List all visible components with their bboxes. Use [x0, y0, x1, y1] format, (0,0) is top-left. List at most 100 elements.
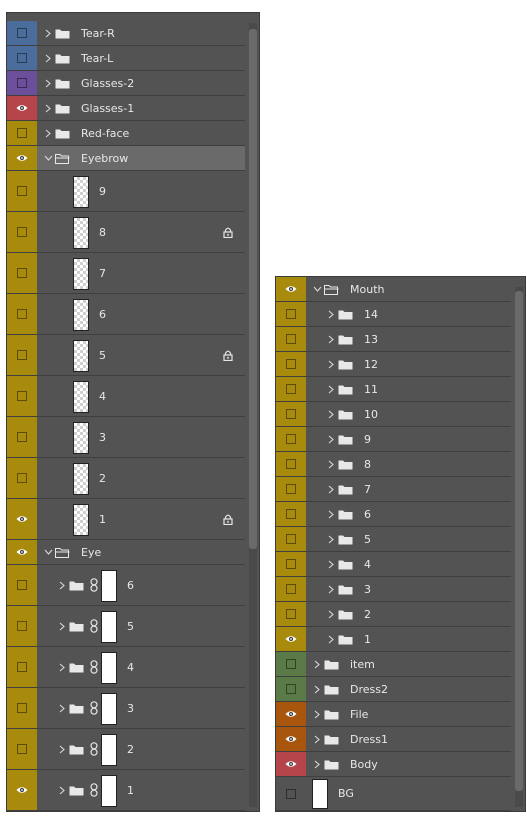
- link-icon[interactable]: [89, 565, 99, 605]
- layer-row[interactable]: File: [276, 702, 511, 727]
- visibility-toggle[interactable]: [7, 171, 37, 211]
- visibility-toggle[interactable]: [276, 302, 306, 326]
- chevron-right-icon[interactable]: [326, 527, 336, 551]
- chevron-right-icon[interactable]: [326, 602, 336, 626]
- chevron-right-icon[interactable]: [326, 502, 336, 526]
- layer-name[interactable]: Glasses-1: [81, 96, 134, 120]
- layer-name[interactable]: 6: [99, 294, 106, 334]
- layer-row[interactable]: 4: [276, 552, 511, 577]
- layer-row[interactable]: 3: [7, 417, 245, 458]
- layer-name[interactable]: 2: [99, 458, 106, 498]
- layer-row[interactable]: 3: [276, 577, 511, 602]
- layer-name[interactable]: 2: [364, 602, 371, 626]
- layer-row[interactable]: 1: [7, 499, 245, 540]
- visibility-eye-icon[interactable]: [276, 627, 306, 651]
- chevron-right-icon[interactable]: [57, 688, 67, 728]
- visibility-toggle[interactable]: [276, 352, 306, 376]
- chevron-right-icon[interactable]: [43, 21, 53, 45]
- chevron-right-icon[interactable]: [43, 46, 53, 70]
- visibility-toggle[interactable]: [7, 21, 37, 45]
- layer-row[interactable]: 11: [276, 377, 511, 402]
- chevron-right-icon[interactable]: [326, 477, 336, 501]
- visibility-eye-icon[interactable]: [276, 752, 306, 776]
- visibility-toggle[interactable]: [276, 502, 306, 526]
- layer-row[interactable]: Mouth: [276, 277, 511, 302]
- layer-row[interactable]: 1: [7, 770, 245, 811]
- chevron-right-icon[interactable]: [57, 729, 67, 769]
- layer-name[interactable]: 8: [364, 452, 371, 476]
- visibility-toggle[interactable]: [7, 565, 37, 605]
- layer-name[interactable]: 1: [127, 770, 134, 810]
- chevron-right-icon[interactable]: [326, 552, 336, 576]
- chevron-right-icon[interactable]: [57, 606, 67, 646]
- visibility-toggle[interactable]: [7, 729, 37, 769]
- visibility-toggle[interactable]: [7, 417, 37, 457]
- layer-row[interactable]: 2: [7, 458, 245, 499]
- chevron-right-icon[interactable]: [326, 377, 336, 401]
- layer-row[interactable]: 5: [7, 335, 245, 376]
- layer-row[interactable]: Tear-L: [7, 46, 245, 71]
- layer-row[interactable]: 2: [7, 729, 245, 770]
- layer-name[interactable]: 8: [99, 212, 106, 252]
- layer-name[interactable]: 5: [99, 335, 106, 375]
- layer-name[interactable]: 3: [364, 577, 371, 601]
- layer-name[interactable]: 4: [127, 647, 134, 687]
- visibility-eye-icon[interactable]: [276, 702, 306, 726]
- layer-name[interactable]: 6: [364, 502, 371, 526]
- layer-row[interactable]: Tear-R: [7, 21, 245, 46]
- visibility-eye-icon[interactable]: [7, 96, 37, 120]
- visibility-toggle[interactable]: [7, 688, 37, 728]
- layer-row[interactable]: Eye: [7, 540, 245, 565]
- visibility-toggle[interactable]: [7, 647, 37, 687]
- chevron-right-icon[interactable]: [57, 770, 67, 810]
- layer-row[interactable]: Glasses-1: [7, 96, 245, 121]
- visibility-toggle[interactable]: [276, 327, 306, 351]
- chevron-right-icon[interactable]: [326, 402, 336, 426]
- layer-name[interactable]: Tear-R: [81, 21, 115, 45]
- layer-row[interactable]: 6: [276, 502, 511, 527]
- layer-name[interactable]: 7: [364, 477, 371, 501]
- chevron-right-icon[interactable]: [312, 752, 322, 776]
- layer-name[interactable]: Red-face: [81, 121, 129, 145]
- layer-row[interactable]: 8: [7, 212, 245, 253]
- chevron-right-icon[interactable]: [326, 352, 336, 376]
- visibility-eye-icon[interactable]: [276, 277, 306, 301]
- layer-row[interactable]: Body: [276, 752, 511, 777]
- visibility-toggle[interactable]: [276, 602, 306, 626]
- chevron-right-icon[interactable]: [326, 427, 336, 451]
- layer-row[interactable]: 12: [276, 352, 511, 377]
- layer-name[interactable]: 7: [99, 253, 106, 293]
- visibility-toggle[interactable]: [7, 253, 37, 293]
- layer-name[interactable]: 4: [364, 552, 371, 576]
- layer-row[interactable]: 6: [7, 565, 245, 606]
- chevron-right-icon[interactable]: [57, 647, 67, 687]
- layer-name[interactable]: Body: [350, 752, 378, 776]
- visibility-toggle[interactable]: [276, 577, 306, 601]
- layer-name[interactable]: 14: [364, 302, 378, 326]
- layer-name[interactable]: Eye: [81, 540, 101, 564]
- layer-row[interactable]: Eyebrow: [7, 146, 245, 171]
- layer-name[interactable]: Mouth: [350, 277, 384, 301]
- visibility-toggle[interactable]: [7, 212, 37, 252]
- link-icon[interactable]: [89, 729, 99, 769]
- layer-row[interactable]: 8: [276, 452, 511, 477]
- layer-name[interactable]: 3: [127, 688, 134, 728]
- visibility-toggle[interactable]: [276, 402, 306, 426]
- chevron-right-icon[interactable]: [326, 577, 336, 601]
- scrollbar-thumb[interactable]: [249, 29, 257, 549]
- visibility-toggle[interactable]: [7, 376, 37, 416]
- layer-row[interactable]: Glasses-2: [7, 71, 245, 96]
- chevron-right-icon[interactable]: [312, 677, 322, 701]
- visibility-toggle[interactable]: [276, 477, 306, 501]
- layer-name[interactable]: 1: [364, 627, 371, 651]
- chevron-right-icon[interactable]: [312, 727, 322, 751]
- scrollbar-thumb[interactable]: [515, 291, 523, 791]
- layer-name[interactable]: Tear-L: [81, 46, 113, 70]
- layer-row[interactable]: 4: [7, 647, 245, 688]
- layer-row[interactable]: 10: [276, 402, 511, 427]
- visibility-toggle[interactable]: [276, 777, 306, 810]
- layer-name[interactable]: BG: [338, 777, 354, 810]
- visibility-toggle[interactable]: [276, 677, 306, 701]
- layer-row[interactable]: 7: [276, 477, 511, 502]
- chevron-down-icon[interactable]: [312, 277, 322, 301]
